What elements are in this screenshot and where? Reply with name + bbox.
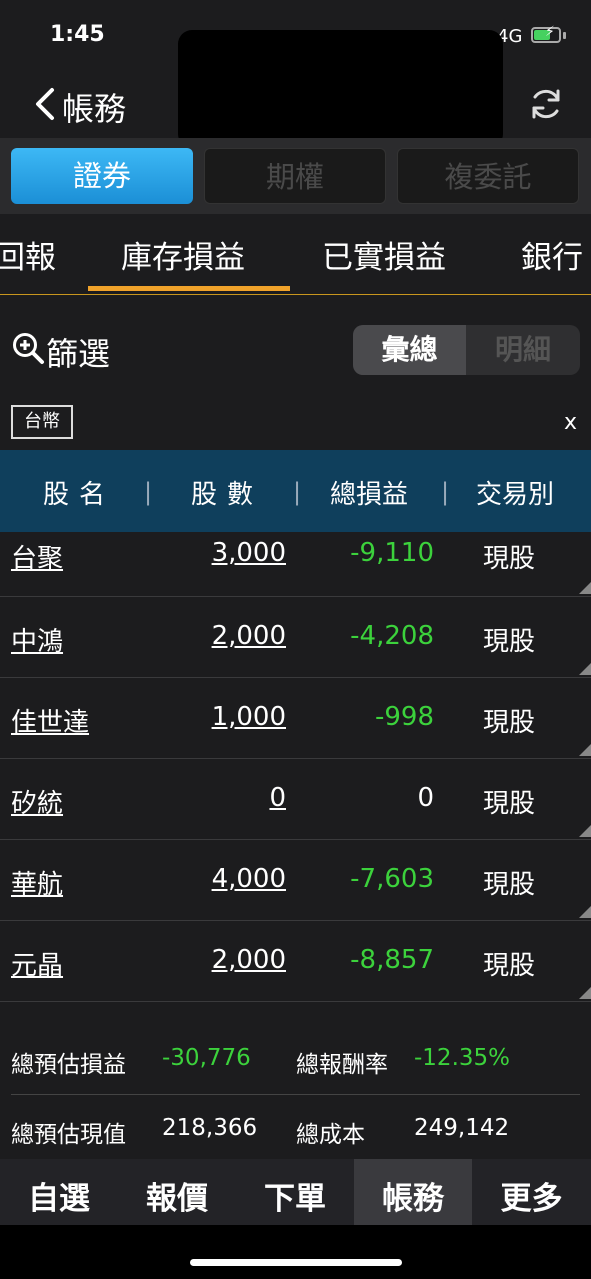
stock-pl: 0 bbox=[417, 783, 434, 813]
stock-pl: -998 bbox=[374, 702, 434, 732]
tab-realized-pl[interactable]: 已實損益 bbox=[322, 232, 446, 277]
stock-pl: -8,857 bbox=[350, 945, 434, 975]
total-return-label: 總報酬率 bbox=[296, 1052, 388, 1078]
home-area bbox=[0, 1225, 591, 1279]
table-row[interactable]: 矽統 0 0 現股 bbox=[0, 758, 591, 840]
bottom-tab-account[interactable]: 帳務 bbox=[354, 1159, 472, 1225]
row-corner-mark bbox=[579, 744, 591, 756]
tab-active-indicator bbox=[88, 286, 290, 291]
battery-tip bbox=[563, 32, 566, 39]
stock-trade-type: 現股 bbox=[483, 708, 536, 738]
stock-pl: -7,603 bbox=[350, 864, 434, 894]
zoom-in-icon[interactable] bbox=[11, 331, 45, 365]
stock-trade-type: 現股 bbox=[483, 789, 536, 819]
stock-shares[interactable]: 1,000 bbox=[212, 702, 286, 732]
stock-trade-type: 現股 bbox=[483, 544, 536, 574]
stock-trade-type: 現股 bbox=[483, 951, 536, 981]
table-row[interactable]: 佳世達 1,000 -998 現股 bbox=[0, 677, 591, 759]
currency-badge[interactable]: 台幣 bbox=[11, 405, 73, 439]
bottom-tab-bar: 自選 報價 下單 帳務 更多 bbox=[0, 1159, 591, 1225]
segment-sub-brokerage[interactable]: 複委託 bbox=[397, 148, 579, 204]
row-corner-mark bbox=[579, 582, 591, 594]
stock-name[interactable]: 華航 bbox=[11, 864, 63, 901]
stock-pl: -9,110 bbox=[350, 538, 434, 568]
row-corner-mark bbox=[579, 663, 591, 675]
stock-shares[interactable]: 2,000 bbox=[212, 621, 286, 651]
header-separator: | bbox=[144, 478, 153, 506]
stock-name[interactable]: 矽統 bbox=[11, 783, 63, 820]
tab-bar: 回報 庫存損益 已實損益 銀行 bbox=[0, 214, 591, 295]
header-shares: 股數 bbox=[191, 480, 264, 510]
filter-row: 篩選 彙總 明細 bbox=[0, 295, 591, 405]
toggle-summary[interactable]: 彙總 bbox=[353, 325, 466, 375]
segment-bar: 證券 期權 複委託 bbox=[0, 138, 591, 214]
stock-trade-type: 現股 bbox=[483, 627, 536, 657]
header-separator: | bbox=[293, 478, 302, 506]
summary-panel: 總預估損益 -30,776 總報酬率 -12.35% 總預估現值 218,366… bbox=[0, 1002, 591, 1159]
segment-securities[interactable]: 證券 bbox=[11, 148, 193, 204]
row-corner-mark bbox=[579, 825, 591, 837]
bottom-tab-watchlist[interactable]: 自選 bbox=[0, 1159, 118, 1225]
close-filter-button[interactable]: x bbox=[564, 410, 577, 435]
table-row[interactable]: 台聚 3,000 -9,110 現股 bbox=[0, 515, 591, 597]
table-row[interactable]: 華航 4,000 -7,603 現股 bbox=[0, 839, 591, 921]
page-title[interactable]: 帳務 bbox=[62, 84, 126, 130]
total-cost-value: 249,142 bbox=[414, 1115, 510, 1141]
battery-icon: ⚡ bbox=[531, 24, 561, 43]
refresh-icon[interactable] bbox=[528, 86, 564, 122]
summary-divider bbox=[11, 1094, 580, 1095]
stock-shares[interactable]: 3,000 bbox=[212, 538, 286, 568]
stock-shares[interactable]: 2,000 bbox=[212, 945, 286, 975]
home-indicator[interactable] bbox=[190, 1259, 402, 1266]
total-cost-label: 總成本 bbox=[296, 1122, 365, 1148]
bottom-tab-quotes[interactable]: 報價 bbox=[118, 1159, 236, 1225]
stock-shares[interactable]: 0 bbox=[269, 783, 286, 813]
total-est-value-label: 總預估現值 bbox=[11, 1122, 126, 1148]
table-row[interactable]: 中鴻 2,000 -4,208 現股 bbox=[0, 596, 591, 678]
tab-bank[interactable]: 銀行 bbox=[521, 232, 583, 277]
row-corner-mark bbox=[579, 987, 591, 999]
total-return-value: -12.35% bbox=[414, 1045, 510, 1071]
total-est-value-value: 218,366 bbox=[162, 1115, 258, 1141]
total-est-pl-label: 總預估損益 bbox=[11, 1052, 126, 1078]
summary-detail-toggle[interactable]: 彙總 明細 bbox=[353, 325, 580, 375]
header-separator: | bbox=[441, 478, 450, 506]
filter-label[interactable]: 篩選 bbox=[46, 329, 110, 375]
tab-report[interactable]: 回報 bbox=[0, 232, 56, 277]
header-trade-type: 交易別 bbox=[476, 480, 555, 510]
stock-name[interactable]: 中鴻 bbox=[11, 621, 63, 658]
header-stock-name: 股名 bbox=[43, 480, 116, 510]
bottom-tab-order[interactable]: 下單 bbox=[236, 1159, 354, 1225]
stock-shares[interactable]: 4,000 bbox=[212, 864, 286, 894]
toggle-detail[interactable]: 明細 bbox=[466, 325, 580, 375]
stock-name[interactable]: 元晶 bbox=[11, 945, 63, 982]
table-row[interactable]: 元晶 2,000 -8,857 現股 bbox=[0, 920, 591, 1002]
bottom-tab-more[interactable]: 更多 bbox=[472, 1159, 591, 1225]
stock-name[interactable]: 台聚 bbox=[11, 538, 63, 575]
row-corner-mark bbox=[579, 906, 591, 918]
header-total-pl: 總損益 bbox=[330, 480, 409, 510]
chevron-left-icon[interactable] bbox=[32, 86, 58, 122]
stock-pl: -4,208 bbox=[350, 621, 434, 651]
total-est-pl-value: -30,776 bbox=[162, 1045, 251, 1071]
status-time: 1:45 bbox=[50, 22, 105, 47]
redacted-area bbox=[178, 30, 503, 148]
segment-options[interactable]: 期權 bbox=[204, 148, 386, 204]
stock-trade-type: 現股 bbox=[483, 870, 536, 900]
stock-name[interactable]: 佳世達 bbox=[11, 702, 89, 739]
tab-inventory-pl[interactable]: 庫存損益 bbox=[121, 232, 245, 277]
